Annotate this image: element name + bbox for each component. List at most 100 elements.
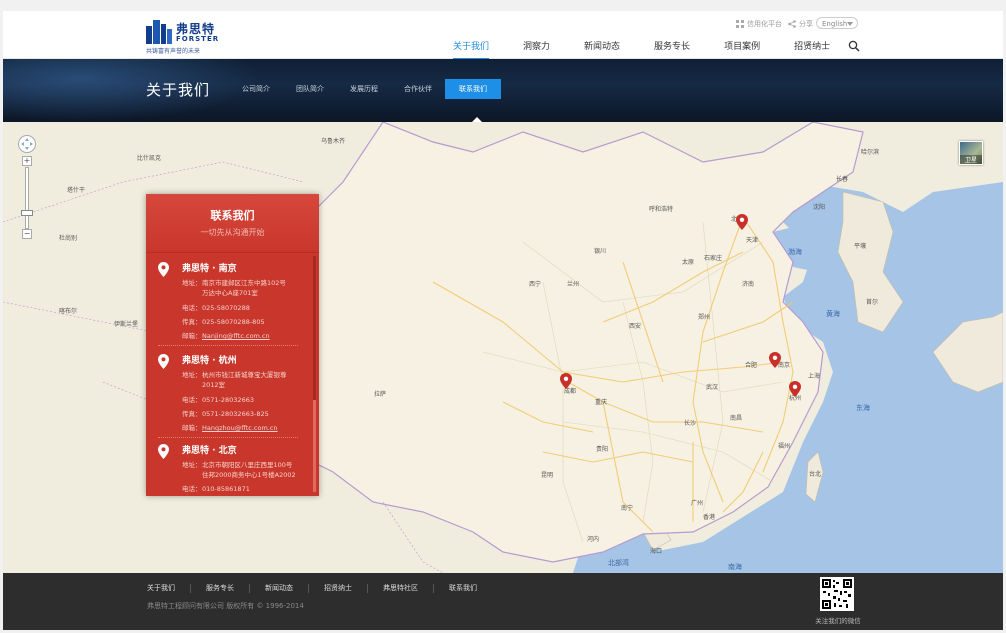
office-name: 弗思特 · 杭州 xyxy=(182,356,237,366)
subnav-history[interactable]: 发展历程 xyxy=(337,79,391,99)
location-pin-icon xyxy=(158,354,169,369)
map-label-wuhan: 武汉 xyxy=(706,384,719,391)
address-line-2: 2012室 xyxy=(202,381,226,389)
map-label-shijiazhuang: 石家庄 xyxy=(704,255,723,262)
subnav-company[interactable]: 公司简介 xyxy=(229,79,283,99)
credit-platform-link[interactable]: 信用化平台 xyxy=(736,17,782,31)
map-label-islamabad: 伊斯兰堡 xyxy=(114,321,139,328)
fax-value: 025-58070288-805 xyxy=(202,318,265,326)
credit-platform-label: 信用化平台 xyxy=(747,20,782,28)
map-label-haikou: 海口 xyxy=(650,548,663,555)
map-label-seoul: 首尔 xyxy=(866,299,879,306)
zoom-in-button[interactable]: + xyxy=(22,156,32,166)
subnav-contact[interactable]: 联系我们 xyxy=(445,79,501,99)
map-label-east-sea: 东海 xyxy=(856,404,870,412)
office-divider xyxy=(158,437,298,438)
wechat-qr-code xyxy=(820,577,854,611)
nav-item-news[interactable]: 新闻动态 xyxy=(584,39,620,58)
brand-logo[interactable]: 弗思特 FORSTER 共铸富有声誉的未来 xyxy=(146,20,226,55)
logo-slogan: 共铸富有声誉的未来 xyxy=(146,48,201,55)
qr-caption: 关注我们的微信 xyxy=(815,617,861,625)
contact-title: 联系我们 xyxy=(210,209,255,222)
language-select[interactable]: English xyxy=(816,17,858,29)
contact-scrollbar-thumb[interactable] xyxy=(313,400,316,492)
footer-link-news[interactable]: 新闻动态 xyxy=(249,584,308,593)
page-banner: 关于我们 公司简介 团队简介 发展历程 合作伙伴 联系我们 xyxy=(3,59,1003,122)
nav-item-projects[interactable]: 项目案例 xyxy=(724,39,760,58)
map-label-beibu: 北部湾 xyxy=(608,559,629,567)
search-icon[interactable] xyxy=(848,40,860,52)
satellite-toggle[interactable]: 卫星 xyxy=(959,141,983,165)
contact-subtitle: 一切先从沟通开始 xyxy=(200,228,265,237)
nav-item-about[interactable]: 关于我们 xyxy=(453,39,490,60)
nav-item-careers[interactable]: 招贤纳士 xyxy=(794,39,830,58)
contact-panel: 联系我们 一切先从沟通开始 弗思特 · 南京 地址：南京市建邺区江东中路102号… xyxy=(146,194,319,496)
footer-links: 关于我们 服务专长 新闻动态 招贤纳士 弗思特社区 联系我们 xyxy=(147,584,492,593)
map-label-tashkent: 塔什干 xyxy=(67,187,86,194)
footer-link-community[interactable]: 弗思特社区 xyxy=(367,584,433,593)
share-icon xyxy=(788,20,796,28)
share-link[interactable]: 分享 xyxy=(788,17,813,31)
map-pin-hangzhou[interactable] xyxy=(789,381,801,397)
phone-key: 电话： xyxy=(182,485,202,493)
footer-link-careers[interactable]: 招贤纳士 xyxy=(308,584,367,593)
office-phone: 电话：010-85861871 xyxy=(182,483,250,493)
email-key: 邮箱： xyxy=(182,332,202,340)
subnav-team[interactable]: 团队简介 xyxy=(283,79,337,99)
site-footer: 关于我们 服务专长 新闻动态 招贤纳士 弗思特社区 联系我们 弗思特工程顾问有限… xyxy=(3,573,1003,630)
map-label-harbin: 哈尔滨 xyxy=(861,149,880,156)
logo-building-icon xyxy=(146,20,172,44)
zoom-slider-track[interactable] xyxy=(25,167,29,229)
office-name: 弗思特 · 南京 xyxy=(182,264,237,274)
office-email: 邮箱：Hangzhou@fftc.com.cn xyxy=(182,422,278,432)
map-label-yinchuan: 银川 xyxy=(594,248,607,255)
office-name: 弗思特 · 北京 xyxy=(182,446,237,456)
phone-value: 0571-28032663 xyxy=(202,396,254,404)
email-link[interactable]: Hangzhou@fftc.com.cn xyxy=(202,424,278,432)
footer-link-about[interactable]: 关于我们 xyxy=(147,584,190,593)
contact-panel-header: 联系我们 一切先从沟通开始 xyxy=(146,194,319,253)
location-pin-icon xyxy=(158,262,169,277)
map-label-xining: 西宁 xyxy=(529,281,542,288)
map-label-nanning: 南宁 xyxy=(621,505,634,512)
map-label-lasa: 拉萨 xyxy=(374,391,387,398)
map-label-hefei: 合肥 xyxy=(745,362,758,369)
share-label: 分享 xyxy=(799,20,813,28)
address-key: 地址： xyxy=(182,279,202,287)
chevron-down-icon xyxy=(847,22,853,26)
nav-item-insight[interactable]: 洞察力 xyxy=(523,39,550,58)
map-label-nanchang: 南昌 xyxy=(730,415,743,422)
map-label-taiyuan: 太原 xyxy=(682,259,695,266)
footer-link-contact[interactable]: 联系我们 xyxy=(433,584,492,593)
map-pin-nanjing[interactable] xyxy=(769,352,781,368)
map-label-zhengzhou: 郑州 xyxy=(698,314,711,321)
office-nanjing: 弗思特 · 南京 地址：南京市建邺区江东中路102号 万达中心A座701室 电话：… xyxy=(158,261,308,346)
map-label-xian: 西安 xyxy=(629,323,642,330)
map-pin-beijing[interactable] xyxy=(736,214,748,230)
location-pin-icon xyxy=(158,444,169,459)
email-link[interactable]: Nanjing@fftc.com.cn xyxy=(202,332,270,340)
map-label-hohhot: 呼和浩特 xyxy=(649,206,674,213)
phone-value: 025-58070288 xyxy=(202,304,250,312)
map-label-kabul: 喀布尔 xyxy=(59,308,78,315)
map-label-hanoi: 河内 xyxy=(587,536,600,543)
fax-value: 0571-28032663-825 xyxy=(202,410,269,418)
footer-link-services[interactable]: 服务专长 xyxy=(190,584,249,593)
map-label-changsha: 长沙 xyxy=(684,420,697,427)
subnav-partners[interactable]: 合作伙伴 xyxy=(391,79,445,99)
grid-icon xyxy=(736,20,744,28)
office-divider xyxy=(158,345,298,346)
map-label-bishkek: 比什凯克 xyxy=(137,155,162,162)
main-nav: 关于我们 洞察力 新闻动态 服务专长 项目案例 招贤纳士 xyxy=(453,39,864,60)
zoom-slider-handle[interactable] xyxy=(21,210,33,216)
email-key: 邮箱： xyxy=(182,424,202,432)
pan-arrows-icon xyxy=(21,138,33,150)
nav-item-services[interactable]: 服务专长 xyxy=(654,39,690,58)
page-title: 关于我们 xyxy=(146,81,211,99)
map-pan-control[interactable] xyxy=(18,135,36,153)
zoom-out-button[interactable]: − xyxy=(22,229,32,239)
map-pin-chengdu[interactable] xyxy=(560,373,572,389)
map-label-lanzhou: 兰州 xyxy=(567,281,580,288)
office-email: 邮箱：Nanjing@fftc.com.cn xyxy=(182,330,270,340)
address-line-2: 万达中心A座701室 xyxy=(202,289,258,297)
